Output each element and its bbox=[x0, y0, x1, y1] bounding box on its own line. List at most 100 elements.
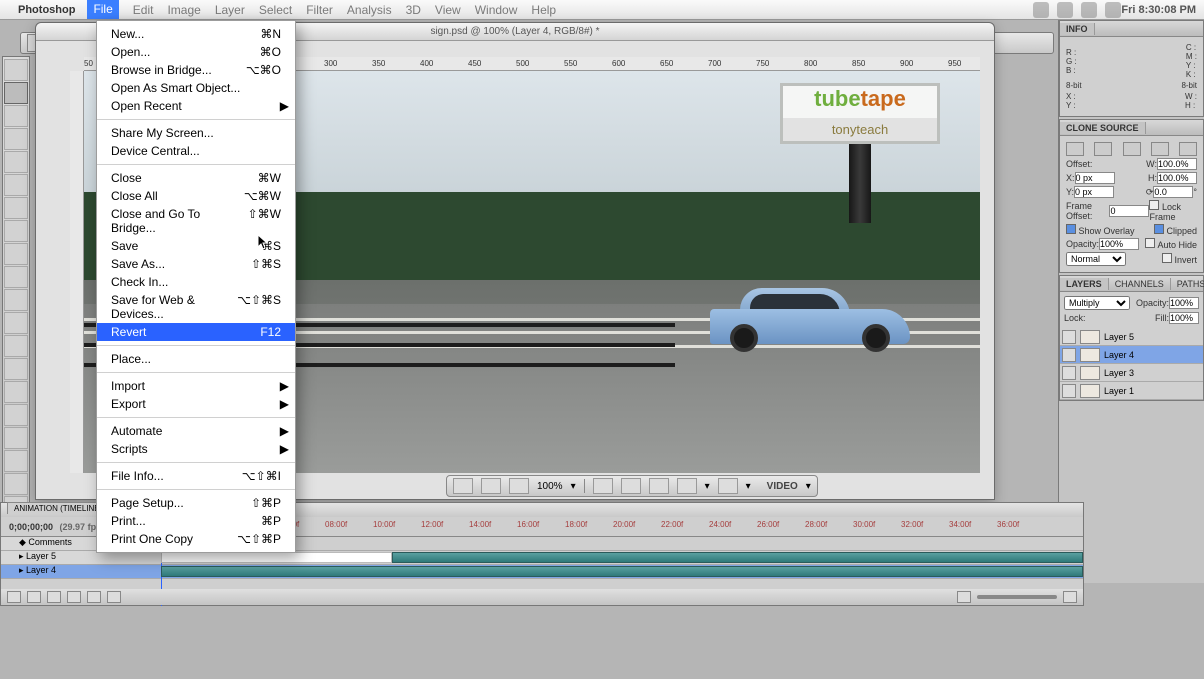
paths-tab[interactable]: PATHS bbox=[1171, 278, 1204, 290]
menu-item-page-setup[interactable]: Page Setup...⇧⌘P bbox=[97, 494, 295, 512]
menu-file[interactable]: File bbox=[87, 0, 118, 19]
visibility-icon[interactable] bbox=[1062, 330, 1076, 344]
marquee-tool-icon[interactable] bbox=[4, 82, 28, 104]
blend-mode-select[interactable]: Multiply bbox=[1064, 296, 1130, 310]
rotate-view-icon[interactable] bbox=[649, 478, 669, 494]
layer-row[interactable]: Layer 5 bbox=[1060, 328, 1203, 346]
type-tool-icon[interactable] bbox=[4, 404, 28, 426]
visibility-icon[interactable] bbox=[1062, 348, 1076, 362]
layer-thumb[interactable] bbox=[1080, 330, 1100, 344]
auto-hide-check[interactable] bbox=[1145, 238, 1155, 248]
y-input[interactable] bbox=[1074, 186, 1114, 198]
extras-icon[interactable] bbox=[677, 478, 697, 494]
invert-check[interactable] bbox=[1162, 253, 1172, 263]
menu-analysis[interactable]: Analysis bbox=[347, 3, 392, 17]
eraser-tool-icon[interactable] bbox=[4, 289, 28, 311]
zoom-out-icon[interactable] bbox=[957, 591, 971, 603]
rewind-icon[interactable] bbox=[7, 591, 21, 603]
menu-item-close-all[interactable]: Close All⌥⌘W bbox=[97, 187, 295, 205]
zoom-value[interactable]: 100% bbox=[537, 481, 563, 492]
menu-item-scripts[interactable]: Scripts▶ bbox=[97, 440, 295, 458]
visibility-icon[interactable] bbox=[1062, 384, 1076, 398]
frame-offset-input[interactable] bbox=[1109, 205, 1149, 217]
zoom-icon[interactable] bbox=[621, 478, 641, 494]
menu-item-automate[interactable]: Automate▶ bbox=[97, 422, 295, 440]
menu-3d[interactable]: 3D bbox=[406, 3, 421, 17]
menu-select[interactable]: Select bbox=[259, 3, 292, 17]
menu-item-new[interactable]: New...⌘N bbox=[97, 25, 295, 43]
menu-item-print[interactable]: Print...⌘P bbox=[97, 512, 295, 530]
history-brush-icon[interactable] bbox=[4, 266, 28, 288]
track-row[interactable]: ▸ Layer 4 bbox=[1, 565, 1083, 579]
clone-src-icon[interactable] bbox=[1151, 142, 1169, 156]
x-input[interactable] bbox=[1075, 172, 1115, 184]
ruler-vertical[interactable] bbox=[70, 71, 84, 473]
overlay-opacity-input[interactable] bbox=[1099, 238, 1139, 250]
layer-row[interactable]: Layer 4 bbox=[1060, 346, 1203, 364]
zoom-in-icon[interactable] bbox=[1063, 591, 1077, 603]
menu-item-share-my-screen[interactable]: Share My Screen... bbox=[97, 124, 295, 142]
w-input[interactable] bbox=[1157, 158, 1197, 170]
menu-item-open[interactable]: Open...⌘O bbox=[97, 43, 295, 61]
timeline-tab[interactable]: ANIMATION (TIMELINE) bbox=[7, 502, 109, 514]
clone-source-tab[interactable]: CLONE SOURCE bbox=[1060, 122, 1146, 134]
layer-thumb[interactable] bbox=[1080, 384, 1100, 398]
lock-frame-check[interactable] bbox=[1149, 200, 1159, 210]
timecode[interactable]: 0;00;00;00 bbox=[9, 522, 53, 532]
eyedropper-tool-icon[interactable] bbox=[4, 174, 28, 196]
blur-tool-icon[interactable] bbox=[4, 335, 28, 357]
menu-edit[interactable]: Edit bbox=[133, 3, 154, 17]
prev-frame-icon[interactable] bbox=[27, 591, 41, 603]
healing-tool-icon[interactable] bbox=[4, 197, 28, 219]
menu-item-open-as-smart-object[interactable]: Open As Smart Object... bbox=[97, 79, 295, 97]
layer-row[interactable]: Layer 3 bbox=[1060, 364, 1203, 382]
menu-layer[interactable]: Layer bbox=[215, 3, 245, 17]
dodge-tool-icon[interactable] bbox=[4, 358, 28, 380]
menu-item-print-one-copy[interactable]: Print One Copy⌥⇧⌘P bbox=[97, 530, 295, 548]
layer-opacity-input[interactable] bbox=[1169, 297, 1199, 309]
menu-help[interactable]: Help bbox=[531, 3, 556, 17]
hand-icon[interactable] bbox=[593, 478, 613, 494]
zoom-slider[interactable] bbox=[977, 595, 1057, 599]
menu-item-close[interactable]: Close⌘W bbox=[97, 169, 295, 187]
screen-mode-icon[interactable] bbox=[481, 478, 501, 494]
menu-item-export[interactable]: Export▶ bbox=[97, 395, 295, 413]
crop-tool-icon[interactable] bbox=[4, 151, 28, 173]
path-tool-icon[interactable] bbox=[4, 427, 28, 449]
status-icon[interactable] bbox=[1033, 2, 1049, 18]
menu-item-check-in[interactable]: Check In... bbox=[97, 273, 295, 291]
info-tab[interactable]: INFO bbox=[1060, 23, 1095, 35]
track-row[interactable]: ▸ Layer 5 bbox=[1, 551, 1083, 565]
h-input[interactable] bbox=[1157, 172, 1197, 184]
next-frame-icon[interactable] bbox=[67, 591, 81, 603]
menu-item-place[interactable]: Place... bbox=[97, 350, 295, 368]
clone-src-icon[interactable] bbox=[1094, 142, 1112, 156]
play-icon[interactable] bbox=[47, 591, 61, 603]
overlay-mode-select[interactable]: Normal bbox=[1066, 252, 1126, 266]
brush-tool-icon[interactable] bbox=[4, 220, 28, 242]
layer-row[interactable]: Layer 1 bbox=[1060, 382, 1203, 400]
timeline-ruler[interactable]: 02:00f04:00f06:00f08:00f10:00f12:00f14:0… bbox=[161, 517, 1083, 536]
menu-filter[interactable]: Filter bbox=[306, 3, 333, 17]
menu-item-device-central[interactable]: Device Central... bbox=[97, 142, 295, 160]
guides-icon[interactable] bbox=[718, 478, 738, 494]
lasso-tool-icon[interactable] bbox=[4, 105, 28, 127]
wand-tool-icon[interactable] bbox=[4, 128, 28, 150]
layer-thumb[interactable] bbox=[1080, 348, 1100, 362]
channels-tab[interactable]: CHANNELS bbox=[1109, 278, 1171, 290]
layers-tab[interactable]: LAYERS bbox=[1060, 278, 1109, 290]
stamp-tool-icon[interactable] bbox=[4, 243, 28, 265]
clone-src-icon[interactable] bbox=[1066, 142, 1084, 156]
menubar-clock[interactable]: Fri 8:30:08 PM bbox=[1121, 4, 1196, 16]
arrange-icon[interactable] bbox=[509, 478, 529, 494]
pen-tool-icon[interactable] bbox=[4, 381, 28, 403]
clone-src-icon[interactable] bbox=[1123, 142, 1141, 156]
fill-input[interactable] bbox=[1169, 312, 1199, 324]
3d-tool-icon[interactable] bbox=[4, 473, 28, 495]
menu-item-open-recent[interactable]: Open Recent▶ bbox=[97, 97, 295, 115]
menu-image[interactable]: Image bbox=[167, 3, 200, 17]
menu-item-save-as[interactable]: Save As...⇧⌘S bbox=[97, 255, 295, 273]
menu-item-file-info[interactable]: File Info...⌥⇧⌘I bbox=[97, 467, 295, 485]
show-overlay-check[interactable] bbox=[1066, 224, 1076, 234]
audio-icon[interactable] bbox=[87, 591, 101, 603]
